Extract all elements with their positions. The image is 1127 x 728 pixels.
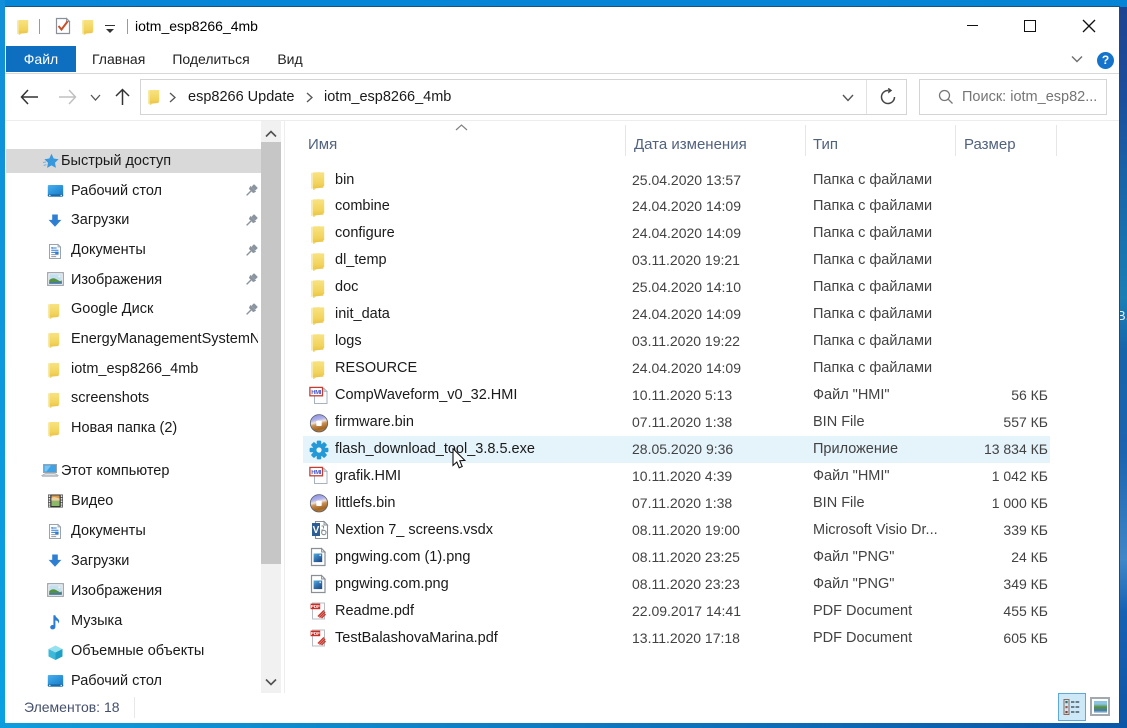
svg-text:PDF: PDF bbox=[311, 604, 320, 609]
svg-text:V: V bbox=[313, 525, 320, 536]
svg-text:HMI: HMI bbox=[311, 390, 322, 396]
svg-text:PDF: PDF bbox=[311, 631, 320, 636]
svg-text:HMI: HMI bbox=[311, 470, 322, 476]
